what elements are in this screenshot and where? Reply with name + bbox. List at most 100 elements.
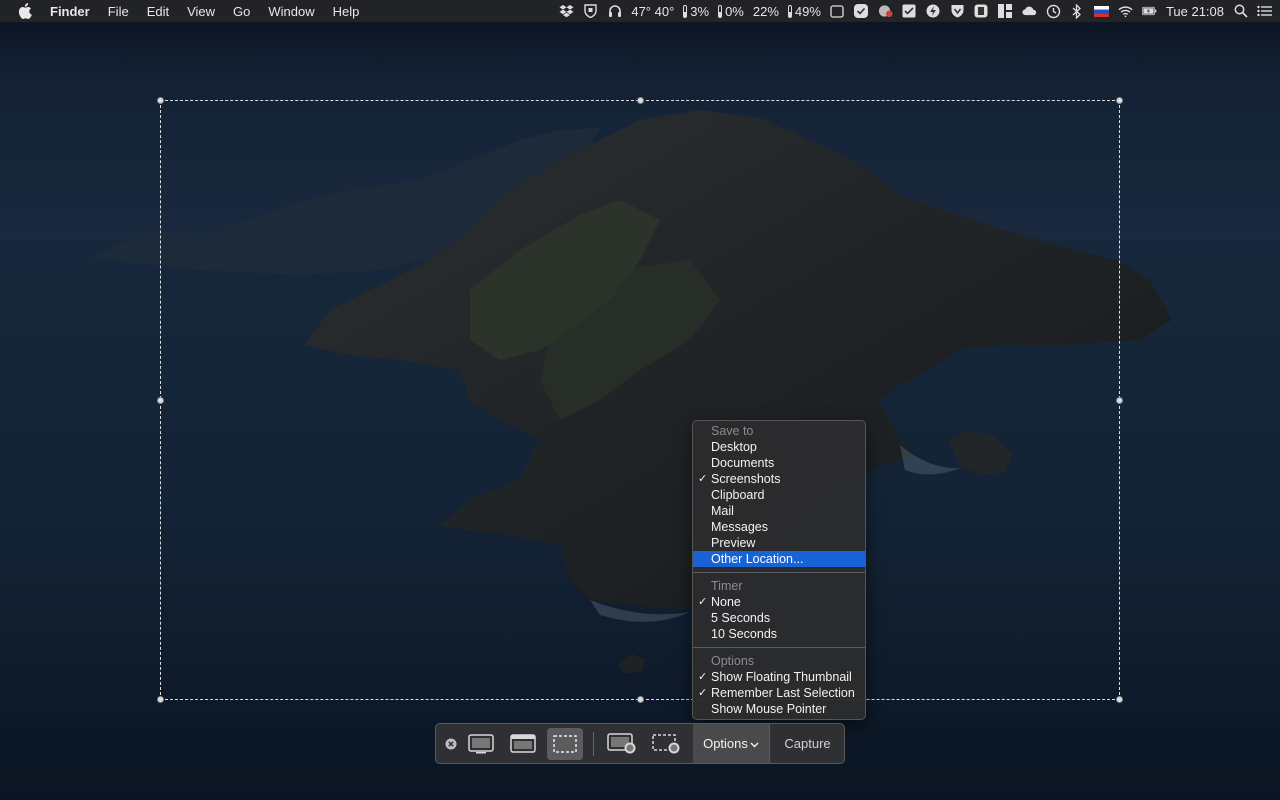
show-floating-thumbnail[interactable]: ✓ Show Floating Thumbnail: [693, 669, 865, 685]
record-selection-icon: [652, 734, 680, 754]
capture-button[interactable]: Capture: [769, 724, 844, 763]
wifi-icon[interactable]: [1118, 4, 1133, 18]
cpu-readout: 3%: [690, 3, 710, 19]
menu-view[interactable]: View: [187, 4, 215, 19]
menu-go[interactable]: Go: [233, 4, 250, 19]
menu-separator: [693, 647, 865, 648]
chevron-down-icon: [750, 742, 759, 747]
bolt-icon[interactable]: [926, 4, 941, 18]
entire-screen-icon: [468, 734, 494, 754]
menu-item-label: 10 Seconds: [711, 627, 778, 641]
save-to-documents[interactable]: Documents: [693, 455, 865, 471]
gpu-bar-icon: [718, 4, 723, 18]
menu-item-label: Screenshots: [711, 472, 781, 486]
save-to-screenshots[interactable]: ✓ Screenshots: [693, 471, 865, 487]
selection-capture-icon: [553, 735, 577, 753]
checkmark-icon: ✓: [698, 687, 708, 699]
capture-entire-screen-button[interactable]: [463, 728, 499, 760]
gpu-meter[interactable]: 0%: [718, 4, 744, 19]
record-selection-button[interactable]: [648, 728, 684, 760]
gpu-readout: 0%: [725, 3, 744, 19]
record-entire-screen-button[interactable]: [604, 728, 640, 760]
headphones-icon[interactable]: [607, 4, 622, 18]
options-button[interactable]: Options: [693, 724, 769, 763]
spotlight-search-icon[interactable]: [1233, 4, 1248, 18]
memory-bar-icon: [787, 4, 792, 18]
timer-none[interactable]: ✓ None: [693, 594, 865, 610]
menu-separator: [693, 572, 865, 573]
checkmark-badge-icon[interactable]: [854, 4, 869, 18]
resize-handle-bottom-right[interactable]: [1116, 696, 1123, 703]
toolbar-divider: [593, 732, 594, 756]
options-header: Options: [711, 654, 755, 668]
options-menu: Save to Desktop Documents ✓ Screenshots C…: [692, 420, 866, 720]
checkmark-icon: ✓: [698, 596, 708, 608]
save-to-preview[interactable]: Preview: [693, 535, 865, 551]
input-source-flag-icon[interactable]: [1093, 4, 1109, 18]
resize-handle-right[interactable]: [1116, 397, 1123, 404]
menu-item-label: Messages: [711, 520, 768, 534]
resize-handle-bottom-left[interactable]: [157, 696, 164, 703]
save-to-header: Save to: [711, 424, 754, 438]
menu-window[interactable]: Window: [268, 4, 314, 19]
backup-icon[interactable]: [974, 4, 989, 18]
cpu-meter[interactable]: 3%: [683, 4, 709, 19]
capture-selection-button[interactable]: [547, 728, 583, 760]
remember-last-selection[interactable]: ✓ Remember Last Selection: [693, 685, 865, 701]
cloud-icon[interactable]: [1022, 4, 1037, 18]
menu-item-label: Show Floating Thumbnail: [711, 670, 852, 684]
bluetooth-icon[interactable]: [1070, 3, 1085, 19]
menu-item-label: Other Location...: [711, 552, 804, 566]
battery-charging-icon[interactable]: [1141, 4, 1157, 18]
window-icon[interactable]: [830, 4, 845, 18]
resize-handle-left[interactable]: [157, 397, 164, 404]
save-to-other-location[interactable]: Other Location...: [693, 551, 865, 567]
menu-item-label: Documents: [711, 456, 775, 470]
menu-item-label: None: [711, 595, 741, 609]
shield-icon[interactable]: [583, 4, 598, 18]
dropbox-icon[interactable]: [559, 4, 574, 18]
capture-button-label: Capture: [784, 736, 831, 751]
timer-5-seconds[interactable]: 5 Seconds: [693, 610, 865, 626]
timer-10-seconds[interactable]: 10 Seconds: [693, 626, 865, 642]
checkmark-icon: ✓: [698, 671, 708, 683]
close-icon: [445, 738, 457, 750]
menu-help[interactable]: Help: [333, 4, 360, 19]
temperature-readout[interactable]: 47° 40°: [631, 4, 674, 19]
menu-item-label: Clipboard: [711, 488, 765, 502]
grid-app-icon[interactable]: [998, 4, 1013, 18]
screenshot-toolbar: Options Capture: [435, 723, 845, 764]
apple-menu-icon[interactable]: [17, 3, 33, 19]
notification-center-icon[interactable]: [1257, 4, 1272, 18]
resize-handle-top[interactable]: [637, 97, 644, 104]
memory-readout-2[interactable]: 49%: [787, 3, 821, 19]
resize-handle-bottom[interactable]: [637, 696, 644, 703]
memory-value: 49%: [794, 3, 821, 19]
cpu-bar-icon: [683, 4, 688, 18]
status-area: 47° 40° 3% 0% 22% 49% Tue 21:08: [550, 0, 1272, 22]
save-to-mail[interactable]: Mail: [693, 503, 865, 519]
resize-handle-top-left[interactable]: [157, 97, 164, 104]
checklist-icon[interactable]: [902, 4, 917, 18]
window-capture-icon: [510, 734, 536, 753]
menu-app-name[interactable]: Finder: [50, 4, 90, 19]
clock[interactable]: Tue 21:08: [1166, 4, 1224, 19]
show-mouse-pointer[interactable]: Show Mouse Pointer: [693, 701, 865, 717]
save-to-desktop[interactable]: Desktop: [693, 439, 865, 455]
record-screen-icon: [607, 733, 636, 754]
menu-bar: Finder File Edit View Go Window Help 47°…: [0, 0, 1280, 22]
save-to-messages[interactable]: Messages: [693, 519, 865, 535]
capture-window-button[interactable]: [505, 728, 541, 760]
save-to-clipboard[interactable]: Clipboard: [693, 487, 865, 503]
menu-item-label: Remember Last Selection: [711, 686, 855, 700]
checkmark-icon: ✓: [698, 473, 708, 485]
menu-file[interactable]: File: [108, 4, 129, 19]
time-machine-icon[interactable]: [1046, 4, 1061, 18]
menu-edit[interactable]: Edit: [147, 4, 169, 19]
close-toolbar-button[interactable]: [442, 728, 460, 760]
capture-selection-area[interactable]: [157, 97, 1123, 703]
vpn-icon[interactable]: [878, 4, 893, 18]
memory-readout[interactable]: 22%: [753, 4, 779, 19]
resize-handle-top-right[interactable]: [1116, 97, 1123, 104]
security-shield-icon[interactable]: [950, 4, 965, 18]
